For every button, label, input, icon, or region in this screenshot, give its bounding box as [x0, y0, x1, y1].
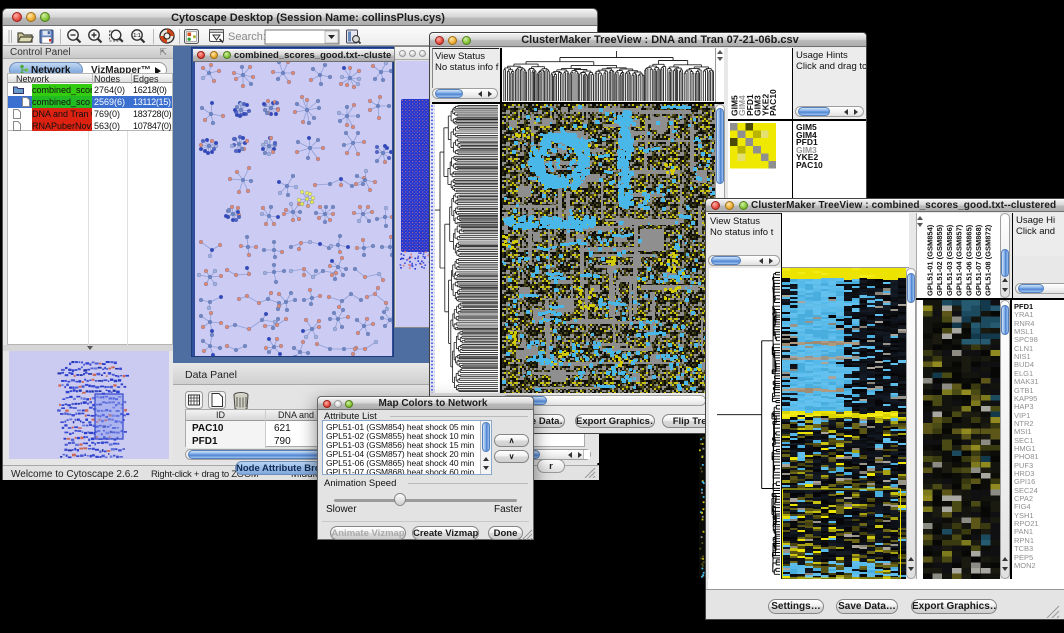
- svg-text:Search:: Search:: [228, 31, 266, 43]
- svg-text:1:1: 1:1: [133, 33, 140, 39]
- svg-text:PAC10: PAC10: [768, 89, 778, 116]
